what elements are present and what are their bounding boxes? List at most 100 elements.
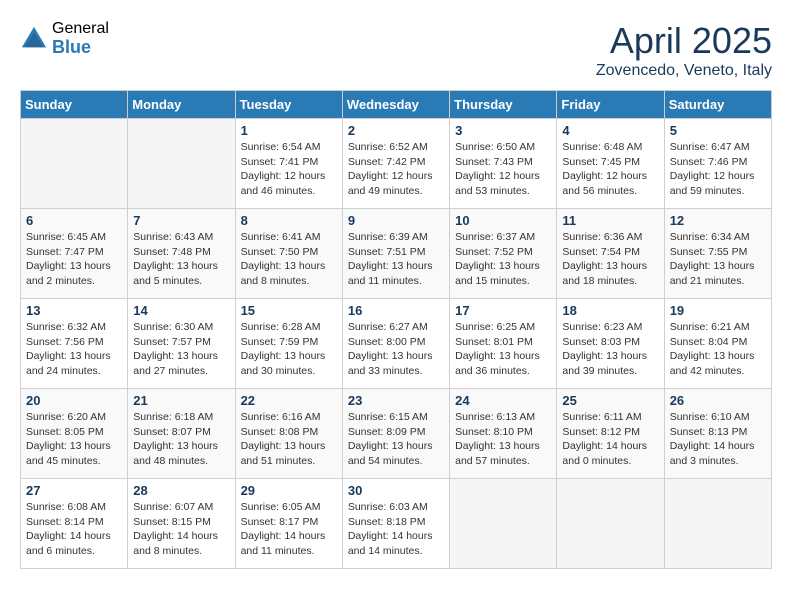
calendar-cell: 27 Sunrise: 6:08 AM Sunset: 8:14 PM Dayl… [21, 479, 128, 569]
weekday-header-tuesday: Tuesday [235, 91, 342, 119]
day-number: 8 [241, 213, 337, 228]
day-info: Sunrise: 6:13 AM Sunset: 8:10 PM Dayligh… [455, 410, 551, 469]
calendar-cell: 28 Sunrise: 6:07 AM Sunset: 8:15 PM Dayl… [128, 479, 235, 569]
calendar-cell: 11 Sunrise: 6:36 AM Sunset: 7:54 PM Dayl… [557, 209, 664, 299]
day-number: 10 [455, 213, 551, 228]
calendar-cell: 15 Sunrise: 6:28 AM Sunset: 7:59 PM Dayl… [235, 299, 342, 389]
calendar-cell: 7 Sunrise: 6:43 AM Sunset: 7:48 PM Dayli… [128, 209, 235, 299]
calendar-cell: 5 Sunrise: 6:47 AM Sunset: 7:46 PM Dayli… [664, 119, 771, 209]
calendar-cell: 16 Sunrise: 6:27 AM Sunset: 8:00 PM Dayl… [342, 299, 449, 389]
logo-icon [20, 25, 48, 53]
day-info: Sunrise: 6:27 AM Sunset: 8:00 PM Dayligh… [348, 320, 444, 379]
calendar-cell: 14 Sunrise: 6:30 AM Sunset: 7:57 PM Dayl… [128, 299, 235, 389]
day-number: 23 [348, 393, 444, 408]
calendar-cell: 12 Sunrise: 6:34 AM Sunset: 7:55 PM Dayl… [664, 209, 771, 299]
day-info: Sunrise: 6:18 AM Sunset: 8:07 PM Dayligh… [133, 410, 229, 469]
calendar-cell: 18 Sunrise: 6:23 AM Sunset: 8:03 PM Dayl… [557, 299, 664, 389]
day-info: Sunrise: 6:30 AM Sunset: 7:57 PM Dayligh… [133, 320, 229, 379]
day-info: Sunrise: 6:32 AM Sunset: 7:56 PM Dayligh… [26, 320, 122, 379]
logo: General Blue [20, 20, 109, 57]
day-number: 12 [670, 213, 766, 228]
day-info: Sunrise: 6:34 AM Sunset: 7:55 PM Dayligh… [670, 230, 766, 289]
calendar-cell [128, 119, 235, 209]
day-info: Sunrise: 6:52 AM Sunset: 7:42 PM Dayligh… [348, 140, 444, 199]
day-number: 19 [670, 303, 766, 318]
day-info: Sunrise: 6:23 AM Sunset: 8:03 PM Dayligh… [562, 320, 658, 379]
page-header: General Blue April 2025 Zovencedo, Venet… [20, 20, 772, 80]
day-number: 11 [562, 213, 658, 228]
logo-general: General [52, 20, 109, 38]
title-area: April 2025 Zovencedo, Veneto, Italy [596, 20, 772, 80]
day-number: 27 [26, 483, 122, 498]
day-info: Sunrise: 6:41 AM Sunset: 7:50 PM Dayligh… [241, 230, 337, 289]
day-number: 30 [348, 483, 444, 498]
day-info: Sunrise: 6:50 AM Sunset: 7:43 PM Dayligh… [455, 140, 551, 199]
day-info: Sunrise: 6:28 AM Sunset: 7:59 PM Dayligh… [241, 320, 337, 379]
weekday-header-wednesday: Wednesday [342, 91, 449, 119]
day-number: 15 [241, 303, 337, 318]
day-info: Sunrise: 6:10 AM Sunset: 8:13 PM Dayligh… [670, 410, 766, 469]
day-info: Sunrise: 6:20 AM Sunset: 8:05 PM Dayligh… [26, 410, 122, 469]
calendar-cell: 24 Sunrise: 6:13 AM Sunset: 8:10 PM Dayl… [450, 389, 557, 479]
day-info: Sunrise: 6:36 AM Sunset: 7:54 PM Dayligh… [562, 230, 658, 289]
calendar-cell: 19 Sunrise: 6:21 AM Sunset: 8:04 PM Dayl… [664, 299, 771, 389]
day-number: 14 [133, 303, 229, 318]
calendar-cell [664, 479, 771, 569]
logo-blue: Blue [52, 38, 109, 58]
calendar-cell: 23 Sunrise: 6:15 AM Sunset: 8:09 PM Dayl… [342, 389, 449, 479]
logo-text: General Blue [52, 20, 109, 57]
calendar-cell: 26 Sunrise: 6:10 AM Sunset: 8:13 PM Dayl… [664, 389, 771, 479]
weekday-header-sunday: Sunday [21, 91, 128, 119]
month-title: April 2025 [596, 20, 772, 62]
day-number: 20 [26, 393, 122, 408]
calendar-cell: 20 Sunrise: 6:20 AM Sunset: 8:05 PM Dayl… [21, 389, 128, 479]
day-number: 18 [562, 303, 658, 318]
day-info: Sunrise: 6:05 AM Sunset: 8:17 PM Dayligh… [241, 500, 337, 559]
calendar-week-3: 13 Sunrise: 6:32 AM Sunset: 7:56 PM Dayl… [21, 299, 772, 389]
calendar-cell: 29 Sunrise: 6:05 AM Sunset: 8:17 PM Dayl… [235, 479, 342, 569]
calendar-cell: 21 Sunrise: 6:18 AM Sunset: 8:07 PM Dayl… [128, 389, 235, 479]
day-number: 26 [670, 393, 766, 408]
day-info: Sunrise: 6:07 AM Sunset: 8:15 PM Dayligh… [133, 500, 229, 559]
day-info: Sunrise: 6:21 AM Sunset: 8:04 PM Dayligh… [670, 320, 766, 379]
day-number: 5 [670, 123, 766, 138]
calendar-cell: 13 Sunrise: 6:32 AM Sunset: 7:56 PM Dayl… [21, 299, 128, 389]
weekday-header-monday: Monday [128, 91, 235, 119]
weekday-header-friday: Friday [557, 91, 664, 119]
day-info: Sunrise: 6:47 AM Sunset: 7:46 PM Dayligh… [670, 140, 766, 199]
calendar-cell [450, 479, 557, 569]
day-info: Sunrise: 6:43 AM Sunset: 7:48 PM Dayligh… [133, 230, 229, 289]
day-info: Sunrise: 6:11 AM Sunset: 8:12 PM Dayligh… [562, 410, 658, 469]
day-number: 3 [455, 123, 551, 138]
day-number: 6 [26, 213, 122, 228]
calendar-cell: 6 Sunrise: 6:45 AM Sunset: 7:47 PM Dayli… [21, 209, 128, 299]
weekday-header-thursday: Thursday [450, 91, 557, 119]
calendar-body: 1 Sunrise: 6:54 AM Sunset: 7:41 PM Dayli… [21, 119, 772, 569]
day-number: 4 [562, 123, 658, 138]
calendar-cell [557, 479, 664, 569]
day-number: 1 [241, 123, 337, 138]
calendar-week-5: 27 Sunrise: 6:08 AM Sunset: 8:14 PM Dayl… [21, 479, 772, 569]
calendar-cell: 25 Sunrise: 6:11 AM Sunset: 8:12 PM Dayl… [557, 389, 664, 479]
calendar-cell: 9 Sunrise: 6:39 AM Sunset: 7:51 PM Dayli… [342, 209, 449, 299]
day-info: Sunrise: 6:15 AM Sunset: 8:09 PM Dayligh… [348, 410, 444, 469]
calendar-cell: 2 Sunrise: 6:52 AM Sunset: 7:42 PM Dayli… [342, 119, 449, 209]
day-number: 22 [241, 393, 337, 408]
day-number: 21 [133, 393, 229, 408]
calendar-cell: 17 Sunrise: 6:25 AM Sunset: 8:01 PM Dayl… [450, 299, 557, 389]
day-info: Sunrise: 6:39 AM Sunset: 7:51 PM Dayligh… [348, 230, 444, 289]
calendar-cell: 1 Sunrise: 6:54 AM Sunset: 7:41 PM Dayli… [235, 119, 342, 209]
calendar-cell [21, 119, 128, 209]
calendar-week-1: 1 Sunrise: 6:54 AM Sunset: 7:41 PM Dayli… [21, 119, 772, 209]
day-info: Sunrise: 6:37 AM Sunset: 7:52 PM Dayligh… [455, 230, 551, 289]
calendar-cell: 22 Sunrise: 6:16 AM Sunset: 8:08 PM Dayl… [235, 389, 342, 479]
calendar-cell: 8 Sunrise: 6:41 AM Sunset: 7:50 PM Dayli… [235, 209, 342, 299]
day-info: Sunrise: 6:03 AM Sunset: 8:18 PM Dayligh… [348, 500, 444, 559]
weekday-header-row: SundayMondayTuesdayWednesdayThursdayFrid… [21, 91, 772, 119]
calendar-table: SundayMondayTuesdayWednesdayThursdayFrid… [20, 90, 772, 569]
day-info: Sunrise: 6:16 AM Sunset: 8:08 PM Dayligh… [241, 410, 337, 469]
calendar-cell: 10 Sunrise: 6:37 AM Sunset: 7:52 PM Dayl… [450, 209, 557, 299]
day-info: Sunrise: 6:48 AM Sunset: 7:45 PM Dayligh… [562, 140, 658, 199]
day-number: 7 [133, 213, 229, 228]
day-info: Sunrise: 6:25 AM Sunset: 8:01 PM Dayligh… [455, 320, 551, 379]
